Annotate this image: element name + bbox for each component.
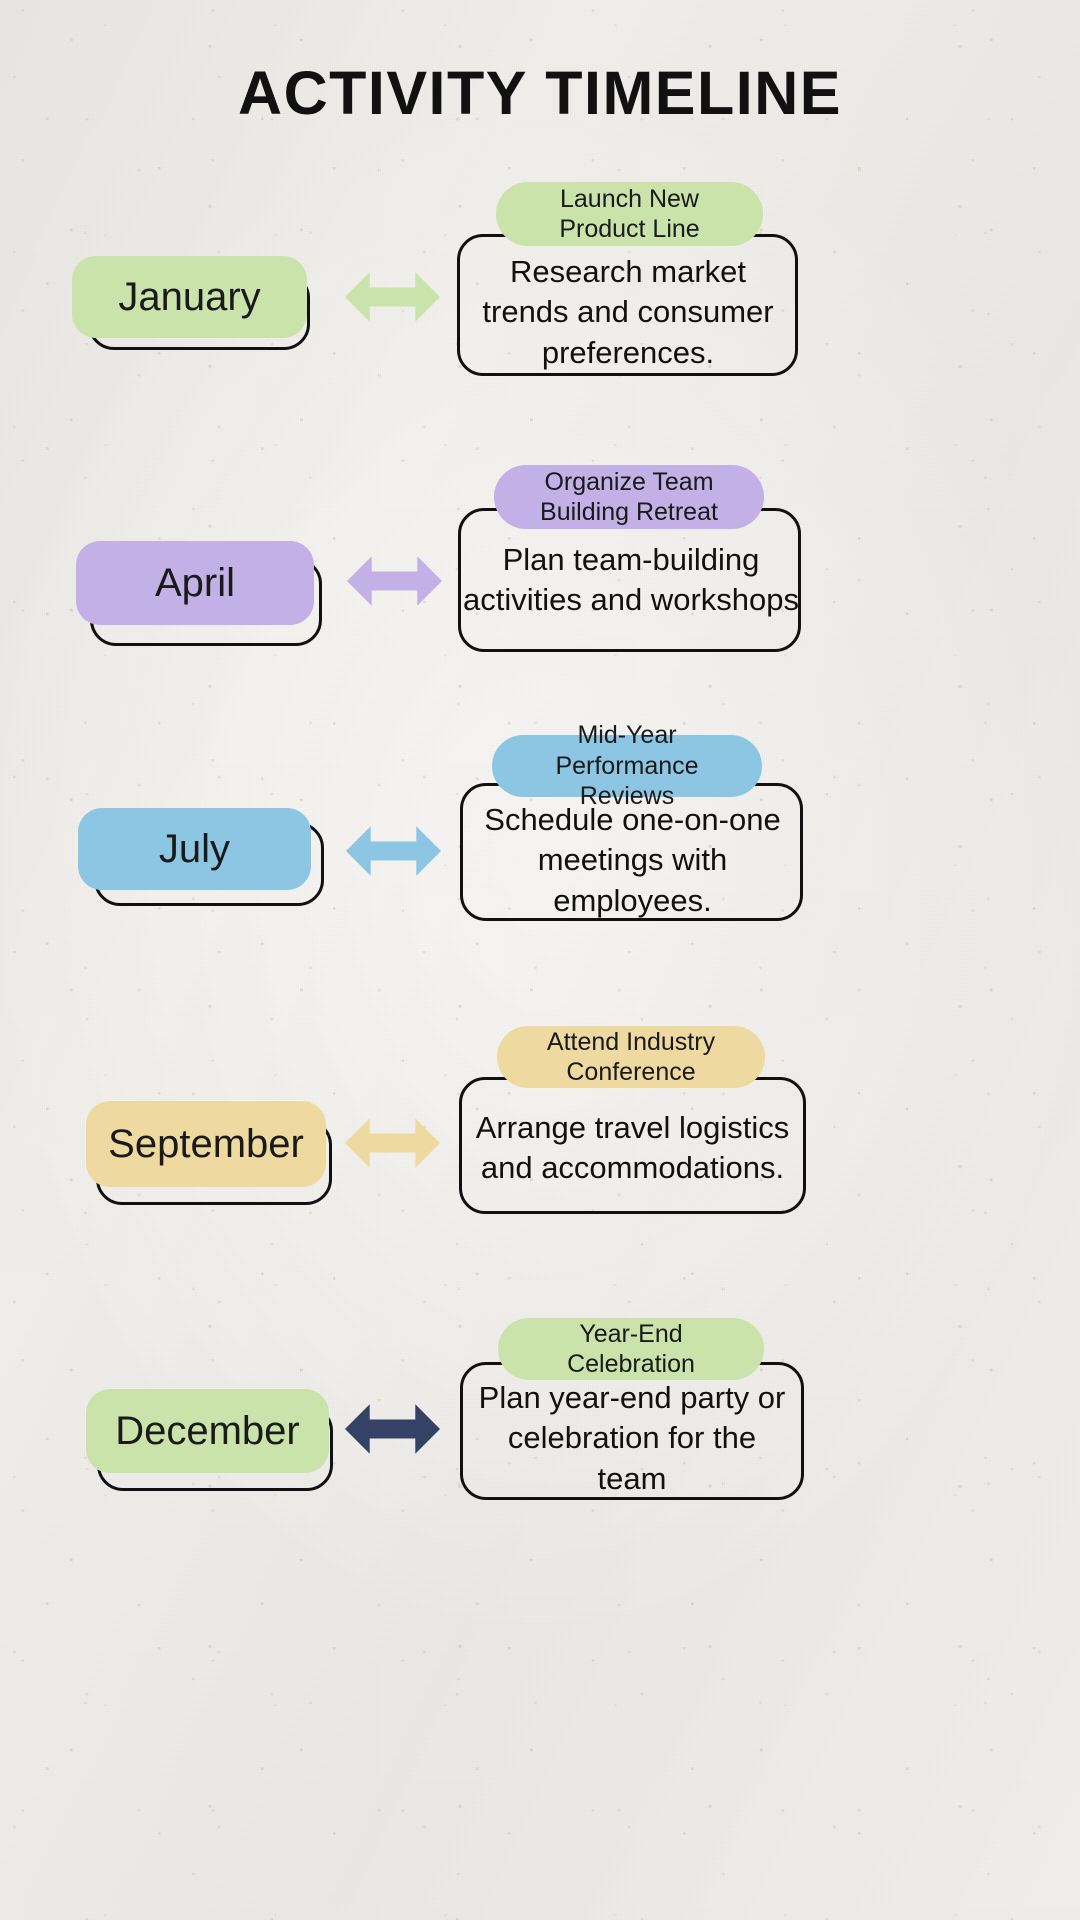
task-title-pill-january[interactable]: Launch New Product Line <box>496 182 763 246</box>
task-description-line: employees. <box>553 882 712 918</box>
task-title-line: Conference <box>566 1058 696 1086</box>
task-description-line: Plan team-building <box>502 542 760 577</box>
month-label: April <box>154 561 236 605</box>
double-arrow-april-glyph <box>347 556 442 606</box>
task-title-pill-july[interactable]: Mid-Year Performance Reviews <box>492 721 762 810</box>
task-description-april: Plan team-building activities and worksho… <box>462 540 800 621</box>
infographic-page: ACTIVITY TIMELINE January Research market… <box>0 0 1080 1920</box>
task-title-pill-april[interactable]: Organize Team Building Retreat <box>494 465 764 529</box>
task-description-line: activities and workshops <box>463 582 799 618</box>
task-title-line: Celebration <box>567 1350 695 1378</box>
month-pill-december[interactable]: December <box>86 1389 329 1473</box>
task-description-january: Research market trends and consumer prefer… <box>460 252 796 373</box>
task-title-text: Launch New Product Line <box>559 184 699 245</box>
page-title: ACTIVITY TIMELINE <box>238 59 842 127</box>
task-description-july: Schedule one-on-one meetings with employee… <box>464 800 801 921</box>
double-arrow-january <box>345 268 440 326</box>
task-description-line: preferences. <box>541 334 715 370</box>
task-title-line: Mid-Year Performance <box>555 721 699 780</box>
task-description-line: Arrange travel logistics <box>475 1110 790 1145</box>
task-title-text: Year-End Celebration <box>567 1319 695 1380</box>
month-pill-september[interactable]: September <box>86 1101 326 1187</box>
task-title-line: Year-End <box>579 1319 683 1348</box>
task-title-text: Mid-Year Performance Reviews <box>510 720 744 812</box>
month-label: September <box>108 1122 304 1166</box>
task-title-text: Attend Industry Conference <box>547 1027 715 1088</box>
task-description-line: Plan year-end party or <box>478 1380 786 1415</box>
month-label: January <box>118 275 261 319</box>
double-arrow-april <box>347 552 442 610</box>
task-description-line: celebration for the <box>507 1420 757 1456</box>
double-arrow-december <box>345 1400 440 1458</box>
task-title-line: Product Line <box>559 215 700 243</box>
task-title-pill-september[interactable]: Attend Industry Conference <box>497 1026 765 1088</box>
task-description-line: meetings with <box>537 842 728 878</box>
task-title-line: Reviews <box>579 782 675 811</box>
double-arrow-september-glyph <box>345 1118 440 1168</box>
double-arrow-september <box>345 1114 440 1172</box>
double-arrow-december-glyph <box>345 1404 440 1454</box>
task-title-line: Launch New <box>560 184 699 213</box>
task-title-line: Organize Team <box>544 467 714 496</box>
month-pill-july[interactable]: July <box>78 808 311 890</box>
double-arrow-january-glyph <box>345 272 440 322</box>
month-label: December <box>115 1409 300 1453</box>
double-arrow-july <box>346 822 441 880</box>
month-label: July <box>158 827 231 871</box>
month-pill-april[interactable]: April <box>76 541 314 625</box>
month-pill-january[interactable]: January <box>72 256 307 338</box>
task-title-pill-december[interactable]: Year-End Celebration <box>498 1318 764 1380</box>
task-title-line: Building Retreat <box>540 498 718 526</box>
task-description-line: trends and consumer <box>482 294 774 330</box>
task-description-line: and accommodations. <box>480 1150 785 1186</box>
task-description-line: team <box>597 1460 667 1496</box>
double-arrow-july-glyph <box>346 826 441 876</box>
task-title-text: Organize Team Building Retreat <box>540 467 718 528</box>
task-description-september: Arrange travel logistics and accommodatio… <box>462 1108 803 1189</box>
task-description-december: Plan year-end party or celebration for th… <box>462 1378 802 1499</box>
task-title-line: Attend Industry <box>546 1027 716 1056</box>
task-description-line: Research market <box>509 254 747 289</box>
